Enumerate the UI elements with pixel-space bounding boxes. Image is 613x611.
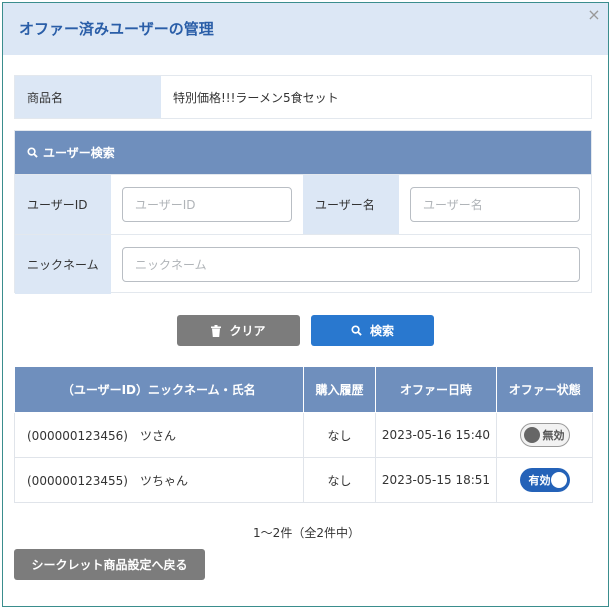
user-search-header: ユーザー検索 [15, 131, 591, 174]
offered-users-table: （ユーザーID）ニックネーム・氏名 購入履歴 オファー日時 オファー状態 (00… [14, 367, 593, 503]
close-icon[interactable]: × [586, 7, 602, 23]
toggle-knob [523, 427, 540, 443]
product-row: 商品名 特別価格!!!ラーメン5食セット [14, 75, 592, 119]
clear-button[interactable]: クリア [177, 315, 300, 346]
offer-status-cell: 有効 [496, 457, 593, 503]
toggle-label: 有効 [528, 474, 551, 487]
column-header-user: （ユーザーID）ニックネーム・氏名 [14, 367, 304, 413]
user-id-label: ユーザーID [15, 175, 111, 234]
search-row-ids: ユーザーID ユーザー名 [15, 174, 591, 234]
search-button-label: 検索 [369, 324, 394, 338]
offer-status-cell: 無効 [496, 412, 593, 458]
clear-button-label: クリア [229, 324, 266, 338]
user-search-panel: ユーザー検索 ユーザーID ユーザー名 ニックネーム [14, 130, 592, 294]
modal-title: オファー済みユーザーの管理 [19, 20, 214, 38]
purchase-cell: なし [303, 412, 376, 458]
user-cell: (000000123455) ツちゃん [14, 457, 304, 503]
search-button[interactable]: 検索 [311, 315, 434, 346]
search-icon [27, 147, 38, 158]
table-row: (000000123455) ツちゃん なし 2023-05-15 18:51 … [14, 457, 593, 503]
toggle-knob [550, 472, 567, 488]
trash-icon [211, 324, 222, 337]
column-header-offer-status: オファー状態 [496, 367, 593, 413]
user-id-input[interactable] [122, 187, 292, 222]
column-header-offer-date: オファー日時 [375, 367, 497, 413]
toggle-label: 無効 [542, 429, 565, 442]
user-name-input[interactable] [410, 187, 580, 222]
product-name-value: 特別価格!!!ラーメン5食セット [173, 90, 339, 105]
back-to-secret-product-settings-button[interactable]: シークレット商品設定へ戻る [14, 549, 205, 580]
column-header-purchase: 購入履歴 [303, 367, 376, 413]
user-cell: (000000123456) ツさん [14, 412, 304, 458]
offer-date-cell: 2023-05-15 18:51 [375, 457, 497, 503]
nickname-input[interactable] [122, 247, 580, 282]
offer-date-cell: 2023-05-16 15:40 [375, 412, 497, 458]
search-icon [351, 325, 362, 336]
product-name-label: 商品名 [15, 76, 161, 118]
offer-status-toggle[interactable]: 無効 [519, 423, 570, 447]
pagination-summary: 1〜2件（全2件中） [253, 526, 360, 540]
nickname-label: ニックネーム [15, 235, 111, 294]
purchase-cell: なし [303, 457, 376, 503]
user-search-title: ユーザー検索 [43, 146, 115, 160]
search-row-nickname: ニックネーム [15, 234, 591, 294]
table-header-row: （ユーザーID）ニックネーム・氏名 購入履歴 オファー日時 オファー状態 [14, 367, 593, 413]
offer-status-toggle[interactable]: 有効 [519, 468, 570, 492]
modal-header: オファー済みユーザーの管理 × [3, 3, 608, 55]
user-name-label: ユーザー名 [303, 175, 399, 234]
table-row: (000000123456) ツさん なし 2023-05-16 15:40 無… [14, 412, 593, 458]
